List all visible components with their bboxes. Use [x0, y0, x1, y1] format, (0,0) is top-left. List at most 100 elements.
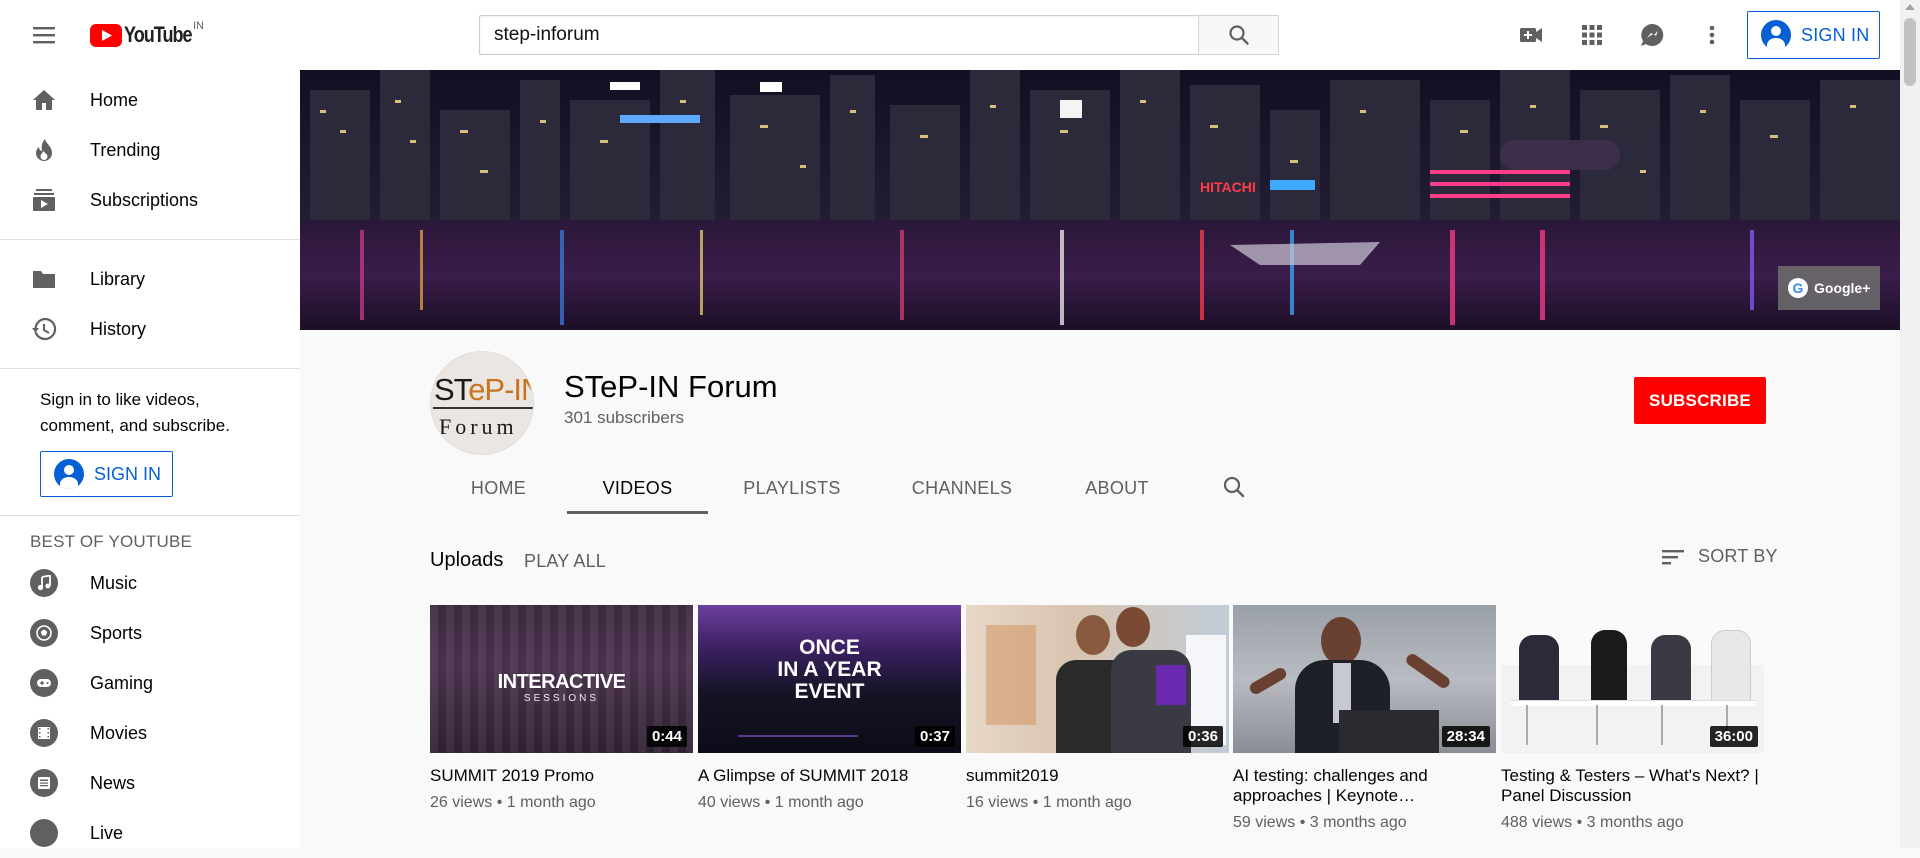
sidebar: Home Trending Subscriptions Library Hist… — [0, 70, 300, 848]
sidebar-item-library[interactable]: Library — [0, 254, 300, 304]
more-vert-icon[interactable] — [1694, 17, 1730, 53]
trending-icon — [30, 136, 58, 164]
messages-icon[interactable] — [1634, 17, 1670, 53]
sidebar-item-label: Gaming — [90, 672, 154, 693]
google-plus-label: Google+ — [1814, 280, 1871, 296]
sidebar-item-label: Library — [90, 268, 146, 289]
subscriptions-icon — [30, 186, 58, 214]
sidebar-item-live[interactable]: Live — [0, 808, 300, 858]
google-plus-link[interactable]: G Google+ — [1778, 266, 1880, 310]
tab-videos[interactable]: VIDEOS — [567, 462, 708, 514]
best-of-youtube-heading: BEST OF YOUTUBE — [30, 532, 193, 551]
video-thumbnail[interactable]: 0:36 — [966, 605, 1229, 753]
video-duration: 28:34 — [1441, 726, 1490, 747]
banner-image: HITACHI — [300, 70, 1900, 330]
apps-grid-icon[interactable] — [1574, 17, 1610, 53]
video-title[interactable]: SUMMIT 2019 Promo — [430, 766, 693, 786]
history-icon — [30, 315, 58, 343]
live-icon — [30, 819, 58, 847]
search-input[interactable] — [480, 16, 1199, 54]
video-meta: 40 views • 1 month ago — [698, 794, 864, 811]
video-title[interactable]: Testing & Testers – What's Next? | Panel… — [1501, 766, 1764, 806]
page-scrollbar[interactable] — [1900, 0, 1920, 848]
video-thumbnail[interactable]: INTERACTIVE SESSIONS 0:44 — [430, 605, 693, 753]
sort-by-label: SORT BY — [1698, 546, 1778, 566]
sidebar-item-movies[interactable]: Movies — [0, 708, 300, 758]
tab-playlists[interactable]: PLAYLISTS — [708, 462, 876, 514]
account-icon — [54, 459, 84, 489]
banner-sign-text: HITACHI — [1200, 179, 1256, 195]
library-icon — [30, 265, 58, 293]
gaming-icon — [30, 669, 58, 697]
search-button[interactable] — [1198, 15, 1279, 55]
tab-channels[interactable]: CHANNELS — [876, 462, 1048, 514]
menu-icon[interactable] — [24, 17, 64, 53]
video-card[interactable]: ONCE IN A YEAR EVENT 0:37 A Glimpse of S… — [698, 605, 961, 812]
sidebar-item-history[interactable]: History — [0, 304, 300, 354]
scroll-up-arrow-icon[interactable] — [1905, 4, 1915, 10]
video-card[interactable]: 0:36 summit2019 16 views • 1 month ago — [966, 605, 1229, 812]
sidebar-item-sports[interactable]: Sports — [0, 608, 300, 658]
avatar-logo-st: ST — [434, 372, 469, 407]
sign-in-button[interactable]: SIGN IN — [1747, 11, 1880, 59]
sidebar-item-label: Movies — [90, 722, 148, 743]
video-age: 1 month ago — [506, 794, 596, 811]
sidebar-sign-in-button[interactable]: SIGN IN — [40, 451, 173, 497]
sort-by-button[interactable]: SORT BY — [1660, 546, 1778, 567]
sidebar-item-label: History — [90, 318, 147, 339]
sidebar-item-news[interactable]: News — [0, 758, 300, 808]
avatar-logo-text: STeP-IN — [434, 372, 533, 408]
video-age: 1 month ago — [1042, 794, 1132, 811]
video-views: 16 views — [966, 794, 1029, 811]
video-meta: 16 views • 1 month ago — [966, 794, 1132, 811]
video-duration: 0:44 — [646, 726, 687, 747]
sidebar-item-label: Subscriptions — [90, 189, 199, 210]
scroll-thumb[interactable] — [1904, 18, 1916, 86]
tab-about[interactable]: ABOUT — [1048, 462, 1186, 514]
logo-text: YouTube — [124, 22, 193, 47]
sidebar-item-subscriptions[interactable]: Subscriptions — [0, 175, 300, 225]
account-icon — [1761, 20, 1791, 50]
sidebar-item-gaming[interactable]: Gaming — [0, 658, 300, 708]
video-duration: 0:36 — [1182, 726, 1223, 747]
sidebar-item-label: Home — [90, 89, 139, 110]
avatar-logo-forum: Forum — [439, 414, 518, 439]
sidebar-item-music[interactable]: Music — [0, 558, 300, 608]
video-thumbnail[interactable]: 36:00 — [1501, 605, 1764, 753]
video-card[interactable]: 36:00 Testing & Testers – What's Next? |… — [1501, 605, 1764, 832]
sidebar-divider — [0, 239, 300, 240]
video-title[interactable]: AI testing: challenges and approaches | … — [1233, 766, 1496, 806]
sign-in-prompt: Sign in to like videos, comment, and sub… — [40, 390, 230, 435]
channel-search-icon[interactable] — [1218, 471, 1250, 503]
video-title[interactable]: A Glimpse of SUMMIT 2018 — [698, 766, 961, 786]
music-icon — [30, 569, 58, 597]
channel-avatar[interactable]: STeP-IN Forum — [430, 351, 534, 455]
video-card[interactable]: INTERACTIVE SESSIONS 0:44 SUMMIT 2019 Pr… — [430, 605, 693, 812]
video-thumbnail[interactable]: 28:34 — [1233, 605, 1496, 753]
play-all-button[interactable]: PLAY ALL — [524, 551, 606, 572]
video-thumbnail[interactable]: ONCE IN A YEAR EVENT 0:37 — [698, 605, 961, 753]
sports-icon — [30, 619, 58, 647]
sidebar-divider — [0, 515, 300, 516]
masthead: YouTube IN SIGN IN — [0, 0, 1900, 70]
subscribe-button[interactable]: SUBSCRIBE — [1634, 377, 1766, 424]
search-icon — [1228, 25, 1249, 45]
create-video-icon[interactable] — [1513, 17, 1549, 53]
tab-home[interactable]: HOME — [430, 462, 567, 514]
sort-icon — [1662, 549, 1684, 564]
video-card[interactable]: 28:34 AI testing: challenges and approac… — [1233, 605, 1496, 832]
thumbnail-overlay-line-1: ONCE — [799, 636, 860, 659]
news-icon — [30, 769, 58, 797]
video-title[interactable]: summit2019 — [966, 766, 1229, 786]
youtube-logo[interactable]: YouTube IN — [90, 20, 206, 47]
thumbnail-overlay-line-3: EVENT — [794, 680, 865, 703]
video-duration: 0:37 — [914, 726, 955, 747]
sidebar-item-trending[interactable]: Trending — [0, 125, 300, 175]
thumbnail-overlay-line-2: IN A YEAR — [777, 658, 882, 681]
sidebar-item-home[interactable]: Home — [0, 75, 300, 125]
video-duration: 36:00 — [1709, 726, 1758, 747]
video-meta: 488 views • 3 months ago — [1501, 814, 1684, 831]
video-age: 3 months ago — [1309, 814, 1407, 831]
channel-name: STeP-IN Forum — [564, 369, 778, 404]
video-meta: 26 views • 1 month ago — [430, 794, 596, 811]
